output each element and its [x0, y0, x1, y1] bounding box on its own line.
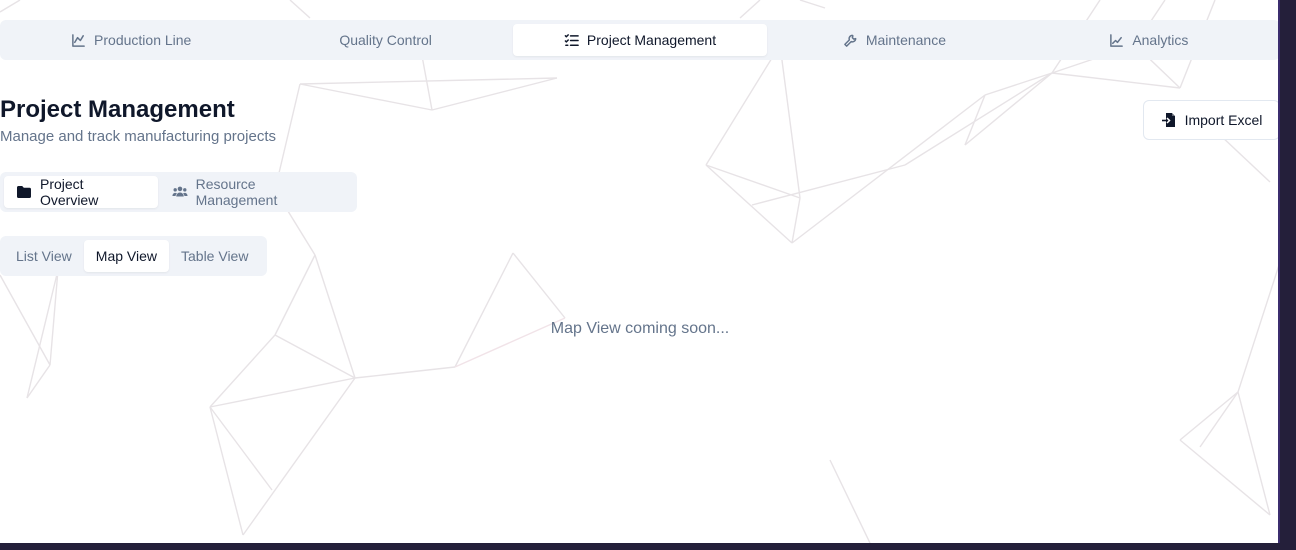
view-tab-bar: List View Map View Table View	[0, 236, 267, 276]
tab-label: Maintenance	[865, 32, 946, 48]
placeholder-message: Map View coming soon...	[550, 320, 730, 337]
section-tab-bar: Project Overview Resource Management	[0, 172, 357, 212]
import-excel-button[interactable]: Import Excel	[1143, 100, 1278, 140]
tab-quality-control[interactable]: Quality Control	[258, 24, 512, 56]
tab-label: Resource Management	[195, 176, 278, 208]
tab-project-management[interactable]: Project Management	[512, 24, 768, 56]
page-title: Project Management	[0, 96, 235, 123]
tab-label: Project Management	[586, 32, 717, 48]
list-checks-icon	[564, 33, 579, 46]
folder-icon	[16, 186, 31, 198]
tab-label: Quality Control	[339, 32, 432, 48]
file-import-icon	[1161, 113, 1175, 127]
chart-line-icon	[72, 33, 85, 47]
tab-analytics[interactable]: Analytics	[1022, 24, 1276, 56]
tab-list-view[interactable]: List View	[4, 240, 84, 272]
tab-resource-management[interactable]: Resource Management	[160, 176, 353, 208]
import-excel-label: Import Excel	[1184, 112, 1263, 128]
app-window: Production Line Quality Control Project …	[0, 0, 1280, 543]
tab-production-line[interactable]: Production Line	[4, 24, 258, 56]
module-tab-bar: Production Line Quality Control Project …	[0, 20, 1278, 60]
trend-icon	[1110, 33, 1124, 47]
wrench-icon	[843, 34, 857, 47]
tab-table-view[interactable]: Table View	[169, 240, 260, 272]
tab-label: Project Overview	[39, 176, 99, 208]
page-subtitle: Manage and track manufacturing projects	[0, 128, 276, 145]
tab-label: Analytics	[1132, 32, 1189, 48]
tab-map-view[interactable]: Map View	[83, 240, 169, 272]
tab-project-overview[interactable]: Project Overview	[4, 176, 158, 208]
tab-maintenance[interactable]: Maintenance	[767, 24, 1021, 56]
users-icon	[172, 186, 188, 197]
tab-label: Production Line	[94, 32, 192, 48]
